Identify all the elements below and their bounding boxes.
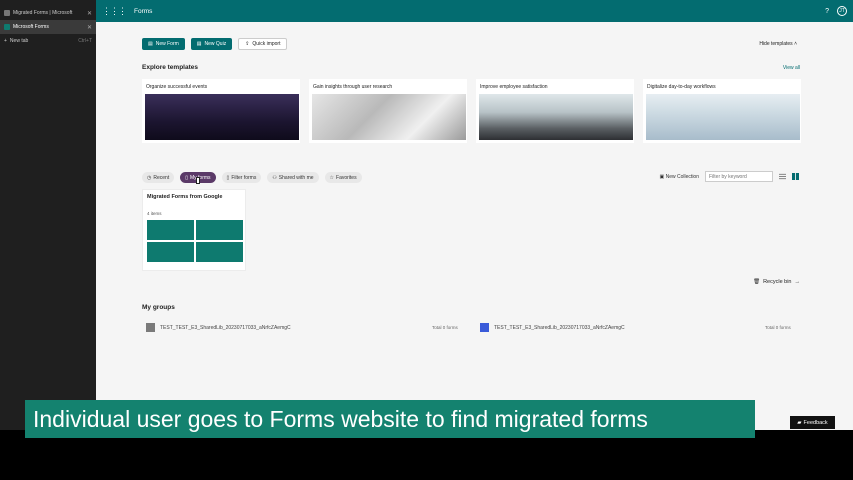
screen: Migrated Forms | Microsoft ✕ Microsoft F…	[0, 0, 853, 430]
new-collection-label: New Collection	[665, 173, 699, 180]
recycle-bin-link[interactable]: 🗑 Recycle bin →	[753, 279, 800, 285]
group-count: Total 0 forms	[432, 325, 458, 330]
tab-my-forms-label: My forms	[189, 174, 211, 181]
document-icon: ▯	[226, 174, 230, 181]
tab-recent-label: Recent	[153, 174, 170, 181]
feedback-button[interactable]: ▰ Feedback	[790, 416, 835, 429]
list-view-icon[interactable]	[779, 173, 786, 180]
help-icon[interactable]: ?	[825, 8, 829, 15]
template-image	[145, 94, 299, 140]
app-launcher-icon[interactable]: ⋮⋮⋮	[102, 6, 127, 17]
tab-label: Migrated Forms | Microsoft	[13, 10, 73, 16]
new-form-label: New Form	[155, 41, 179, 47]
collection-card[interactable]: Migrated Forms from Google 4 items	[142, 189, 246, 271]
group-row[interactable]: TEST_TEST_E3_SharedLib_20230717033_aNrfc…	[146, 323, 291, 332]
people-icon: ⚇	[272, 174, 277, 181]
collection-tile	[147, 220, 194, 240]
chat-icon: ▰	[797, 419, 802, 426]
tab-favorites-label: Favorites	[336, 174, 357, 181]
new-quiz-label: New Quiz	[204, 41, 227, 47]
filter-search-input[interactable]	[705, 171, 773, 182]
view-all-link[interactable]: View all	[783, 65, 800, 71]
template-card[interactable]: Gain insights through user research	[309, 79, 467, 143]
filter-tabs: ◷ Recent ▯ My forms ▯ Filter forms ⚇ Sha…	[142, 172, 362, 183]
template-card[interactable]: Improve employee satisfaction	[476, 79, 634, 143]
collection-count: 4 items	[147, 211, 162, 216]
my-groups-title: My groups	[142, 304, 175, 311]
document-icon: ▯	[185, 174, 188, 181]
clock-icon: ◷	[147, 174, 152, 181]
new-quiz-button[interactable]: ▤ New Quiz	[190, 38, 233, 50]
template-image	[646, 94, 800, 140]
new-tab-button[interactable]: + New tab Ctrl+T	[0, 34, 96, 48]
explore-templates-title: Explore templates	[142, 64, 198, 71]
template-label: Gain insights through user research	[313, 84, 393, 90]
new-form-button[interactable]: ▤ New Form	[142, 38, 185, 50]
tab-favicon-icon	[4, 10, 10, 16]
new-collection-button[interactable]: ▣ New Collection	[660, 174, 699, 180]
template-label: Improve employee satisfaction	[480, 84, 548, 90]
close-tab-icon[interactable]: ✕	[87, 24, 92, 31]
tab-filter-forms[interactable]: ▯ Filter forms	[221, 172, 262, 183]
group-avatar	[146, 323, 155, 332]
mouse-cursor-icon	[196, 177, 200, 184]
group-count: Total 0 forms	[765, 325, 791, 330]
collection-title: Migrated Forms from Google	[147, 194, 223, 200]
template-image	[479, 94, 633, 140]
feedback-label: Feedback	[803, 419, 828, 426]
template-image	[312, 94, 466, 140]
group-row[interactable]: TEST_TEST_E3_SharedLib_20230717033_aNrfc…	[480, 323, 625, 332]
tab-favorites[interactable]: ☆ Favorites	[324, 172, 362, 183]
hide-templates-button[interactable]: Hide templates ˄	[759, 41, 797, 47]
video-caption: Individual user goes to Forms website to…	[25, 400, 755, 438]
app-title[interactable]: Forms	[134, 8, 152, 15]
new-tab-shortcut: Ctrl+T	[78, 38, 92, 44]
quick-import-label: Quick import	[252, 41, 281, 47]
collection-tools: ▣ New Collection	[660, 171, 799, 182]
forms-app: ⋮⋮⋮ Forms ? JT ▤ New Form ▤ New Quiz ⇪ Q…	[96, 0, 853, 430]
chevron-up-icon: ˄	[794, 41, 797, 47]
star-icon: ☆	[329, 174, 335, 181]
template-card[interactable]: Digitalize day-to-day workflows	[643, 79, 801, 143]
new-quiz-icon: ▤	[196, 41, 202, 47]
tab-shared-label: Shared with me	[278, 174, 314, 181]
recycle-bin-label: Recycle bin	[763, 279, 792, 285]
tab-filter-forms-label: Filter forms	[231, 174, 257, 181]
grid-view-icon[interactable]	[792, 173, 799, 180]
app-header: ⋮⋮⋮ Forms ? JT	[96, 0, 853, 22]
new-form-icon: ▤	[148, 41, 153, 47]
hide-templates-label: Hide templates	[759, 41, 793, 47]
template-card[interactable]: Organize successful events	[142, 79, 300, 143]
collection-preview	[147, 220, 243, 262]
forms-favicon-icon	[4, 24, 10, 30]
new-tab-label: New tab	[9, 38, 29, 44]
group-name: TEST_TEST_E3_SharedLib_20230717033_aNrfc…	[494, 324, 625, 331]
trash-icon: 🗑	[753, 279, 761, 285]
collection-tile	[147, 242, 194, 262]
action-bar: ▤ New Form ▤ New Quiz ⇪ Quick import	[142, 38, 288, 50]
tab-recent[interactable]: ◷ Recent	[142, 172, 175, 183]
plus-icon: +	[4, 38, 7, 44]
arrow-right-icon: →	[794, 279, 801, 285]
collection-tile	[196, 220, 243, 240]
quick-import-button[interactable]: ⇪ Quick import	[238, 38, 288, 50]
group-name: TEST_TEST_E3_SharedLib_20230717033_aNrfc…	[160, 324, 291, 331]
browser-tab[interactable]: Migrated Forms | Microsoft ✕	[0, 6, 96, 20]
avatar[interactable]: JT	[837, 6, 847, 16]
group-avatar	[480, 323, 489, 332]
collection-tile	[196, 242, 243, 262]
import-icon: ⇪	[245, 41, 250, 47]
browser-tab-strip: Migrated Forms | Microsoft ✕ Microsoft F…	[0, 0, 96, 430]
template-label: Organize successful events	[146, 84, 208, 90]
tab-label: Microsoft Forms	[13, 24, 49, 30]
tab-shared[interactable]: ⚇ Shared with me	[267, 172, 319, 183]
browser-tab-active[interactable]: Microsoft Forms ✕	[0, 20, 96, 34]
template-label: Digitalize day-to-day workflows	[647, 84, 716, 90]
template-list: Organize successful events Gain insights…	[142, 79, 801, 143]
close-tab-icon[interactable]: ✕	[87, 10, 92, 17]
